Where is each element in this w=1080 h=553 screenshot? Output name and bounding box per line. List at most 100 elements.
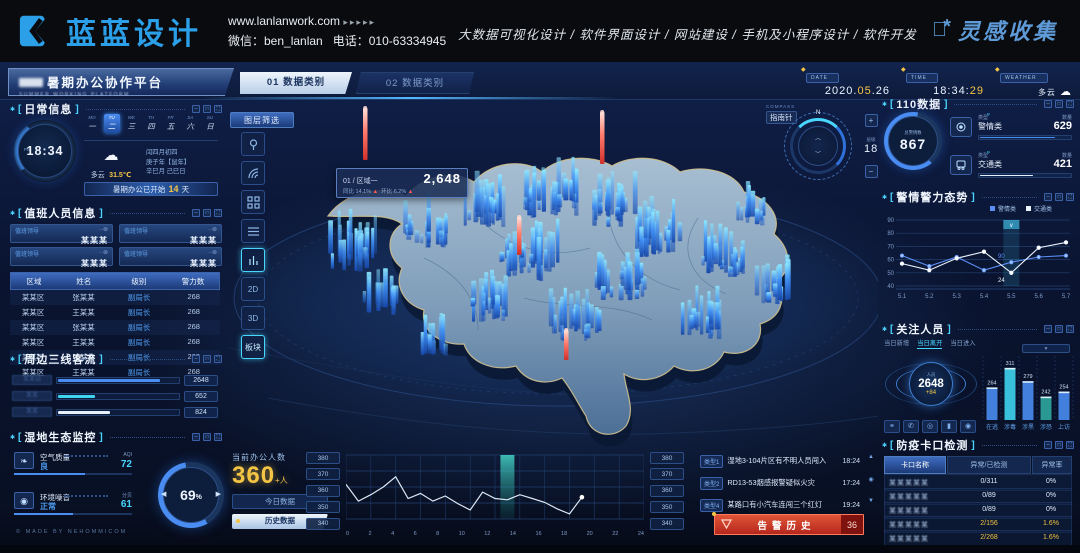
weekday-we[interactable]: WE三	[123, 114, 139, 133]
traffic-type-row: 类型 » 交通类 数量 421	[950, 152, 1072, 184]
table-row[interactable]: 某某区王某某副局长268	[10, 305, 220, 320]
time-label: TIME	[906, 73, 938, 83]
office-x-tick: 24	[638, 531, 644, 537]
table-row[interactable]: 某某区王某某副局长268	[10, 335, 220, 350]
duty-card[interactable]: 值班领导··⊗ 某某某	[10, 247, 113, 266]
layer-pin-button[interactable]	[241, 132, 265, 156]
lanlan-logo-icon	[18, 12, 56, 50]
tab-new-today[interactable]: 当日新增	[884, 338, 909, 349]
window-controls[interactable]: ─□⛶	[1044, 325, 1074, 333]
svg-text:90: 90	[887, 218, 894, 224]
flow-value: 824	[184, 407, 218, 418]
window-controls[interactable]: ─□⛶	[192, 355, 222, 363]
layer-radar-button[interactable]	[241, 161, 265, 185]
window-controls[interactable]: ─□⛶	[1044, 441, 1074, 449]
gauge-right-arrow[interactable]: ▶	[216, 490, 221, 498]
panel-header-110: ✱[110数据] ─□⛶	[882, 97, 1074, 111]
table-row[interactable]: 某某区张某某副局长268	[10, 320, 220, 335]
focus-tabs: 当日新增 当日离开 当日进入	[884, 338, 976, 349]
office-x-tick: 14	[510, 531, 516, 537]
tab-entered-today[interactable]: 当日进入	[950, 338, 975, 349]
layer-block-button[interactable]: 板块	[241, 335, 265, 359]
duty-card[interactable]: 值班领导··⊗ 某某某	[10, 224, 113, 243]
alerts-scroll-dot[interactable]: ◉	[866, 476, 876, 483]
weekday-sa[interactable]: SA六	[182, 114, 198, 133]
tab-data-category-1[interactable]: 01 数据类别	[240, 72, 352, 94]
layer-2d-button[interactable]: 2D	[241, 277, 265, 301]
alert-history-button[interactable]: 告警历史 36	[714, 514, 864, 535]
tab-data-category-2[interactable]: 02 数据类别	[356, 72, 474, 94]
office-y-tick: 370	[650, 468, 684, 480]
redacted-block	[19, 78, 43, 87]
phone-icon[interactable]: ✆	[903, 420, 919, 433]
zoom-out-button[interactable]: −	[865, 165, 878, 178]
compass-dial[interactable]: N ︿ ﹀	[784, 112, 852, 180]
svg-text:5.6: 5.6	[1034, 294, 1043, 300]
compass-up-arrow[interactable]: ︿	[815, 133, 821, 142]
weekday-fr[interactable]: FR五	[163, 114, 179, 133]
zoom-in-button[interactable]: +	[865, 114, 878, 127]
layer-list-button[interactable]	[241, 219, 265, 243]
window-controls[interactable]: ─□⛶	[1044, 100, 1074, 108]
svg-text:90: 90	[998, 254, 1005, 260]
app-root: 蓝蓝设计 www.lanlanwork.com ▸▸▸▸▸ 微信：ben_lan…	[0, 0, 1080, 553]
time-tag: ◆ TIME 18:34:29	[906, 66, 984, 92]
collect-link[interactable]: ✧⃰ 灵感收集	[932, 14, 1058, 46]
corner-dot: ◆	[801, 66, 806, 73]
table-row[interactable]: 某某区张某某副局长268	[10, 290, 220, 305]
office-x-tick: 6	[414, 531, 417, 537]
office-x-tick: 20	[587, 531, 593, 537]
office-x-tick: 10	[459, 531, 465, 537]
cuffs-icon[interactable]: ⚭	[884, 420, 900, 433]
alert-tag: 类型1	[700, 455, 723, 468]
battery-icon[interactable]: ▮	[941, 420, 957, 433]
compass-widget: COMPASS 指南针 N ︿ ﹀ + 层级 18 −	[766, 104, 878, 190]
logo[interactable]: 蓝蓝设计	[18, 9, 202, 53]
duty-card[interactable]: 值班领导··⊗ 某某某	[119, 224, 222, 243]
alert-tag: 类型4	[700, 499, 723, 512]
layer-cluster-button[interactable]	[241, 190, 265, 214]
duty-card[interactable]: 值班领导··⊗ 某某某	[119, 247, 222, 266]
window-controls[interactable]: ─□⛶	[192, 209, 222, 217]
weekday-su[interactable]: SU日	[202, 114, 218, 133]
clock-time: 18:34	[14, 120, 76, 182]
office-x-axis: 024681012141618202224	[346, 531, 644, 537]
tab-left-today[interactable]: 当日离开	[917, 338, 942, 349]
compass-down-arrow[interactable]: ﹀	[815, 149, 821, 158]
platform-title-block: 暑期办公协作平台 SUMMER WORKING PLATFORM	[8, 68, 234, 96]
office-y-tick: 350	[650, 501, 684, 513]
notice-days: 14	[168, 184, 178, 194]
alert-history-count: 36	[841, 515, 863, 534]
alert-row[interactable]: 类型4 某路口有小汽车连闯三个红灯 19:24	[700, 496, 860, 514]
alerts-scroll-down[interactable]: ▼	[866, 498, 876, 504]
weekday-th[interactable]: TH四	[143, 114, 159, 133]
svg-text:311: 311	[1006, 361, 1015, 367]
office-x-tick: 18	[561, 531, 567, 537]
office-y-tick: 340	[650, 518, 684, 530]
alert-row[interactable]: 类型2 RD13-53烟感报警疑似火灾 17:24	[700, 474, 860, 492]
svg-text:5.2: 5.2	[925, 294, 934, 300]
layer-3d-button[interactable]: 3D	[241, 306, 265, 330]
office-x-tick: 8	[436, 531, 439, 537]
cloud-icon: ☁	[88, 146, 134, 164]
svg-text:60: 60	[887, 258, 894, 264]
contact-block: www.lanlanwork.com ▸▸▸▸▸ 微信：ben_lanlan 电…	[228, 12, 446, 51]
eye-icon[interactable]: ◉	[960, 420, 976, 433]
window-controls[interactable]: ─□⛶	[192, 433, 222, 441]
wechat-text: 微信：ben_lanlan	[228, 34, 323, 48]
air-status: 良	[40, 461, 48, 472]
focus-delta: +84	[926, 390, 936, 396]
website-link[interactable]: www.lanlanwork.com	[228, 14, 340, 28]
focus-dropdown[interactable]: ▾	[1022, 344, 1070, 353]
window-controls[interactable]: ─□⛶	[1044, 193, 1074, 201]
alerts-scroll-up[interactable]: ▲	[866, 454, 876, 460]
alert-row[interactable]: 类型1 湿地3-104片区有不明人员闯入 18:24	[700, 452, 860, 470]
bus-icon	[950, 155, 972, 175]
eco-gauge-value: 69	[180, 487, 196, 503]
weekday-tu-active[interactable]: TU二	[104, 114, 120, 133]
target-icon[interactable]: ◎	[922, 420, 938, 433]
weekday-mo[interactable]: MO一	[84, 114, 100, 133]
svg-text:24: 24	[998, 278, 1005, 284]
layer-barchart-button[interactable]	[241, 248, 265, 272]
window-controls[interactable]: ─□⛶	[192, 105, 222, 113]
